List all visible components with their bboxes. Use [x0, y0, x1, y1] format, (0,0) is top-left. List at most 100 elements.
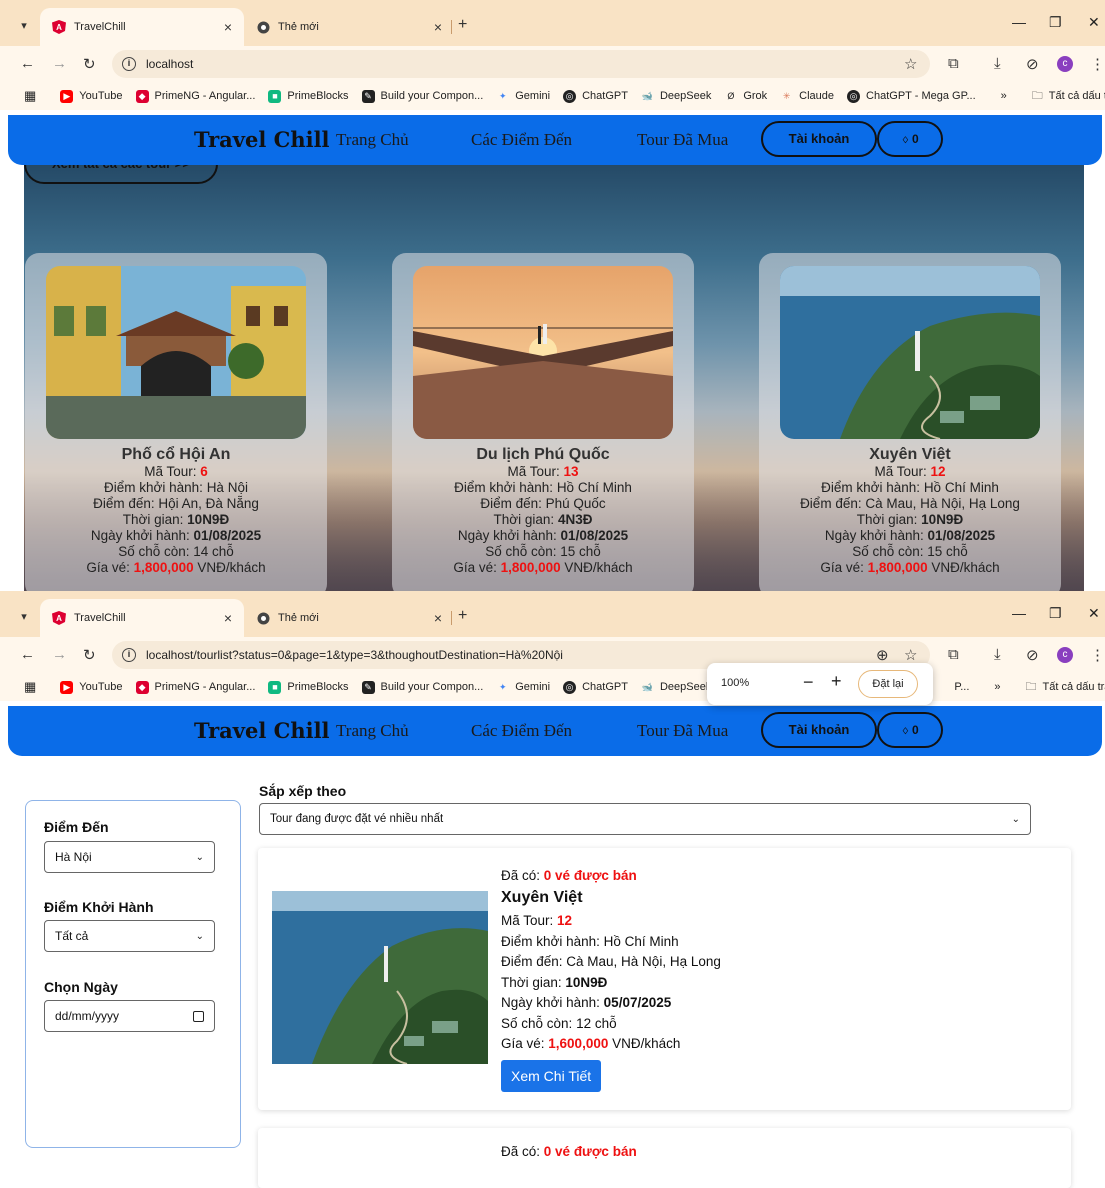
- extensions-icon[interactable]: ⧉: [948, 55, 959, 72]
- close-tab-icon[interactable]: ×: [224, 19, 232, 35]
- nav-home[interactable]: Trang Chủ: [336, 130, 409, 150]
- all-bookmarks-folder[interactable]: 🗀Tất cả dấu trang: [1026, 678, 1105, 697]
- bookmark-deepseek[interactable]: 🐋 DeepSeek: [641, 681, 711, 694]
- view-details-button[interactable]: Xem Chi Tiết: [501, 1059, 602, 1092]
- bookmark-primeblocks[interactable]: ■ PrimeBlocks: [268, 680, 349, 694]
- apps-icon[interactable]: ▦: [24, 88, 36, 104]
- chatgpt-icon: ◎: [563, 680, 577, 694]
- more-bookmarks-button[interactable]: »: [1001, 90, 1007, 102]
- zoom-icon[interactable]: ⊕: [876, 646, 889, 664]
- zoom-reset-button[interactable]: Đặt lại: [858, 670, 918, 698]
- cart-button[interactable]: ♢ 0: [877, 712, 943, 748]
- tab-divider: [451, 20, 452, 34]
- departure-select[interactable]: Tất cả ⌄: [44, 920, 215, 952]
- site-info-icon[interactable]: i: [122, 57, 136, 71]
- close-tab-icon[interactable]: ×: [434, 610, 442, 626]
- destination-select[interactable]: Hà Nội ⌄: [44, 841, 215, 873]
- tab-search-icon[interactable]: ▾: [14, 16, 34, 36]
- site-brand[interactable]: Travel Chill: [194, 718, 330, 743]
- forward-icon[interactable]: →: [52, 646, 67, 663]
- all-bookmarks-folder[interactable]: 🗀Tất cả dấu trang: [1032, 87, 1105, 106]
- tour-time: Thời gian: 10N9Đ: [856, 512, 964, 527]
- zoom-out-button[interactable]: −: [803, 672, 814, 693]
- bookmark-claude[interactable]: ✳ Claude: [780, 90, 834, 103]
- close-tab-icon[interactable]: ×: [434, 19, 442, 35]
- zoom-popup: 100% − + Đặt lại: [707, 663, 933, 705]
- account-button[interactable]: Tài khoản: [761, 121, 877, 157]
- featured-tour-card[interactable]: Du lịch Phú Quốc Mã Tour: 13 Điểm khởi h…: [392, 253, 694, 591]
- nav-home[interactable]: Trang Chủ: [336, 721, 409, 741]
- tour-time: Thời gian: 4N3Đ: [493, 512, 593, 527]
- download-icon[interactable]: ⤓: [994, 646, 1001, 663]
- bookmark-primeng[interactable]: ◆ PrimeNG - Angular...: [135, 680, 255, 694]
- zoom-in-button[interactable]: +: [831, 671, 842, 692]
- minimize-icon[interactable]: —: [1012, 605, 1026, 621]
- bookmark-star-icon[interactable]: ☆: [904, 646, 917, 664]
- menu-icon[interactable]: ⋮: [1090, 55, 1105, 73]
- bookmarks-bar: ▦ ▶ YouTube ◆ PrimeNG - Angular... ■ PrimeB…: [0, 673, 1105, 701]
- bookmark-chatgpt-mega[interactable]: ◎ ChatGPT - Mega GP...: [847, 89, 976, 103]
- back-icon[interactable]: ←: [20, 646, 35, 663]
- tab-new[interactable]: Thẻ mới ×: [244, 8, 454, 46]
- menu-icon[interactable]: ⋮: [1090, 646, 1105, 664]
- reload-icon[interactable]: ↻: [83, 55, 96, 73]
- close-tab-icon[interactable]: ×: [224, 610, 232, 626]
- bookmark-truncated[interactable]: P...: [954, 681, 969, 693]
- bookmark-primeng[interactable]: ◆ PrimeNG - Angular...: [135, 89, 255, 103]
- tab-strip: ▾ A TravelChill × Thẻ mới × + — ❐ ✕: [0, 0, 1105, 46]
- tour-result-card: Đã có: 0 vé được bán Xuyên Việt Mã Tour:…: [258, 848, 1071, 1110]
- bookmark-build-components[interactable]: ✎ Build your Compon...: [361, 680, 483, 694]
- nav-purchased-tours[interactable]: Tour Đã Mua: [637, 721, 728, 741]
- apps-icon[interactable]: ▦: [24, 679, 36, 695]
- reload-icon[interactable]: ↻: [83, 646, 96, 664]
- more-bookmarks-button[interactable]: »: [994, 681, 1000, 693]
- bookmark-chatgpt[interactable]: ◎ ChatGPT: [563, 680, 628, 694]
- new-tab-icon[interactable]: +: [458, 607, 467, 625]
- bookmark-gemini[interactable]: ✦ Gemini: [496, 681, 550, 694]
- url-input[interactable]: i localhost: [112, 50, 930, 78]
- nav-destinations[interactable]: Các Điểm Đến: [471, 130, 572, 150]
- new-tab-icon[interactable]: +: [458, 16, 467, 34]
- tour-photo-xuyenviet: [272, 891, 488, 1064]
- bookmark-deepseek[interactable]: 🐋 DeepSeek: [641, 90, 711, 103]
- tab-new[interactable]: Thẻ mới ×: [244, 599, 454, 637]
- performance-icon[interactable]: ⊘: [1026, 646, 1039, 664]
- minimize-icon[interactable]: —: [1012, 14, 1026, 30]
- restore-icon[interactable]: ❐: [1049, 14, 1062, 31]
- performance-icon[interactable]: ⊘: [1026, 55, 1039, 73]
- download-icon[interactable]: ⤓: [994, 55, 1001, 72]
- bookmark-build-components[interactable]: ✎ Build your Compon...: [361, 89, 483, 103]
- tab-travelchill[interactable]: A TravelChill ×: [40, 8, 244, 46]
- bookmark-youtube[interactable]: ▶ YouTube: [60, 680, 123, 694]
- bookmark-gemini[interactable]: ✦ Gemini: [496, 90, 550, 103]
- tour-code: Mã Tour: 12: [874, 464, 946, 479]
- forward-icon[interactable]: →: [52, 55, 67, 72]
- sort-select[interactable]: Tour đang được đặt vé nhiều nhất ⌄: [259, 803, 1031, 835]
- close-window-icon[interactable]: ✕: [1088, 605, 1100, 622]
- bookmark-star-icon[interactable]: ☆: [904, 55, 917, 73]
- extensions-icon[interactable]: ⧉: [948, 646, 959, 663]
- tab-travelchill[interactable]: A TravelChill ×: [40, 599, 244, 637]
- site-info-icon[interactable]: i: [122, 648, 136, 662]
- profile-avatar[interactable]: c: [1057, 647, 1073, 663]
- tab-search-icon[interactable]: ▾: [14, 607, 34, 627]
- bookmark-chatgpt[interactable]: ◎ ChatGPT: [563, 89, 628, 103]
- account-button[interactable]: Tài khoản: [761, 712, 877, 748]
- bookmark-youtube[interactable]: ▶ YouTube: [60, 89, 123, 103]
- cart-button[interactable]: ♢ 0: [877, 121, 943, 157]
- folder-icon: 🗀: [1025, 680, 1037, 693]
- nav-purchased-tours[interactable]: Tour Đã Mua: [637, 130, 728, 150]
- featured-tour-card[interactable]: Xuyên Việt Mã Tour: 12 Điểm khởi hành: H…: [759, 253, 1061, 591]
- tab-title: TravelChill: [74, 612, 126, 624]
- calendar-icon[interactable]: [193, 1010, 204, 1022]
- date-input[interactable]: dd/mm/yyyy: [44, 1000, 215, 1032]
- profile-avatar[interactable]: c: [1057, 56, 1073, 72]
- bookmark-primeblocks[interactable]: ■ PrimeBlocks: [268, 89, 349, 103]
- featured-tour-card[interactable]: Phố cổ Hội An Mã Tour: 6 Điểm khởi hành:…: [25, 253, 327, 591]
- close-window-icon[interactable]: ✕: [1088, 14, 1100, 31]
- nav-destinations[interactable]: Các Điểm Đến: [471, 721, 572, 741]
- site-brand[interactable]: Travel Chill: [194, 127, 330, 152]
- bookmark-grok[interactable]: Ø Grok: [724, 90, 767, 103]
- restore-icon[interactable]: ❐: [1049, 605, 1062, 622]
- back-icon[interactable]: ←: [20, 55, 35, 72]
